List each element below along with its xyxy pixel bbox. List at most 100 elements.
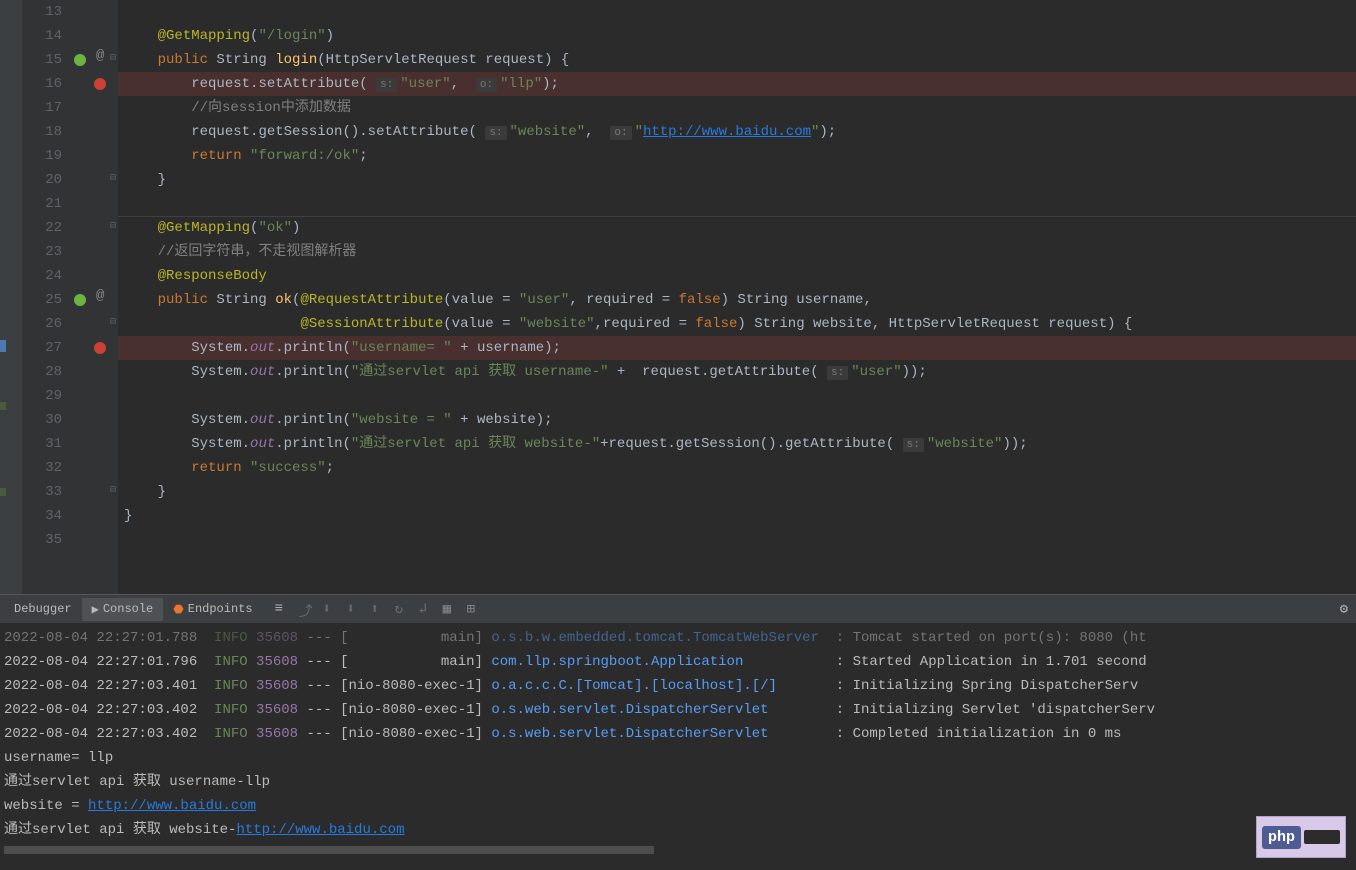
console-line: 通过servlet api 获取 username-llp <box>4 770 1352 794</box>
scrollbar-thumb[interactable] <box>4 846 654 854</box>
code-line-32[interactable]: return "success"; <box>118 456 1356 480</box>
spring-icon[interactable] <box>74 294 86 306</box>
line-number-22[interactable]: 22 <box>22 216 62 240</box>
line-number-18[interactable]: 18 <box>22 120 62 144</box>
console-url-link[interactable]: http://www.baidu.com <box>88 798 256 814</box>
line-number-13[interactable]: 13 <box>22 0 62 24</box>
code-line-28[interactable]: System.out.println("通过servlet api 获取 use… <box>118 360 1356 384</box>
tool-window: Debugger ▶ Console ⬣ Endpoints ≡ ⤴ ⬇ ⬇ ⬆… <box>0 594 1356 870</box>
code-line-14[interactable]: @GetMapping("/login") <box>118 24 1356 48</box>
code-line-27[interactable]: System.out.println("username= " + userna… <box>118 336 1356 360</box>
line-number-35[interactable]: 35 <box>22 528 62 552</box>
code-line-17[interactable]: //向session中添加数据 <box>118 96 1356 120</box>
fold-icon[interactable]: ⊟ <box>110 484 116 496</box>
code-line-15[interactable]: public String login(HttpServletRequest r… <box>118 48 1356 72</box>
refresh-icon[interactable]: ↻ <box>395 601 411 617</box>
gear-icon[interactable]: ⚙ <box>1340 601 1348 618</box>
line-number-20[interactable]: 20 <box>22 168 62 192</box>
line-number-16[interactable]: 16 <box>22 72 62 96</box>
code-line-35[interactable] <box>118 528 1356 552</box>
code-line-13[interactable] <box>118 0 1356 24</box>
split-icon[interactable]: ⊞ <box>467 601 483 617</box>
code-line-24[interactable]: @ResponseBody <box>118 264 1356 288</box>
param-hint: o: <box>610 126 631 140</box>
horizontal-scrollbar[interactable] <box>4 846 1352 858</box>
line-number-17[interactable]: 17 <box>22 96 62 120</box>
override-icon[interactable]: @ <box>96 288 104 304</box>
upload-icon[interactable]: ⬆ <box>371 601 387 617</box>
line-number-31[interactable]: 31 <box>22 432 62 456</box>
line-number-26[interactable]: 26 <box>22 312 62 336</box>
stripe-marker[interactable] <box>0 340 6 352</box>
override-icon[interactable]: @ <box>96 48 104 64</box>
line-number-33[interactable]: 33 <box>22 480 62 504</box>
code-line-22[interactable]: @GetMapping("ok") <box>118 216 1356 240</box>
stripe-marker[interactable] <box>0 402 6 410</box>
code-line-25[interactable]: public String ok(@RequestAttribute(value… <box>118 288 1356 312</box>
ide-container: 1314151617181920212223242526272829303132… <box>0 0 1356 870</box>
line-number-23[interactable]: 23 <box>22 240 62 264</box>
fold-icon[interactable]: ⊟ <box>110 220 116 232</box>
layout-icon[interactable]: ▦ <box>443 601 459 617</box>
console-line: 2022-08-04 22:27:01.788 INFO 35608 --- [… <box>4 626 1352 650</box>
tab-console[interactable]: ▶ Console <box>82 598 164 621</box>
line-number-19[interactable]: 19 <box>22 144 62 168</box>
tab-debugger[interactable]: Debugger <box>4 598 82 620</box>
console-url-link[interactable]: http://www.baidu.com <box>236 822 404 838</box>
line-number-24[interactable]: 24 <box>22 264 62 288</box>
param-hint: s: <box>903 438 924 452</box>
code-line-16[interactable]: request.setAttribute( s:"user", o:"llp")… <box>118 72 1356 96</box>
code-line-33[interactable]: } <box>118 480 1356 504</box>
console-output[interactable]: 2022-08-04 22:27:01.788 INFO 35608 --- [… <box>0 624 1356 870</box>
url-link[interactable]: http://www.baidu.com <box>643 124 811 140</box>
console-line: website = http://www.baidu.com <box>4 794 1352 818</box>
breakpoint-icon[interactable] <box>94 342 106 354</box>
code-line-21[interactable] <box>118 192 1356 216</box>
param-hint: s: <box>827 366 848 380</box>
tab-endpoints[interactable]: ⬣ Endpoints <box>163 598 262 621</box>
line-numbers: 1314151617181920212223242526272829303132… <box>22 0 70 594</box>
code-line-20[interactable]: } <box>118 168 1356 192</box>
code-line-29[interactable] <box>118 384 1356 408</box>
left-stripe <box>0 0 22 594</box>
gutter-icons: @ @ ⊟ ⊟ ⊟ ⊟ ⊟ <box>70 0 118 594</box>
wrap-icon[interactable]: ↲ <box>419 601 435 617</box>
download2-icon[interactable]: ⬇ <box>347 601 363 617</box>
line-number-28[interactable]: 28 <box>22 360 62 384</box>
fold-icon[interactable]: ⊟ <box>110 52 116 64</box>
php-logo-text: php <box>1262 826 1301 849</box>
code-line-34[interactable]: } <box>118 504 1356 528</box>
code-area[interactable]: @GetMapping("/login") public String logi… <box>118 0 1356 594</box>
filter-icon[interactable]: ≡ <box>275 601 291 617</box>
console-icon: ▶ <box>92 602 99 617</box>
line-number-29[interactable]: 29 <box>22 384 62 408</box>
line-number-15[interactable]: 15 <box>22 48 62 72</box>
line-number-30[interactable]: 30 <box>22 408 62 432</box>
param-hint: s: <box>376 78 397 92</box>
code-line-31[interactable]: System.out.println("通过servlet api 获取 web… <box>118 432 1356 456</box>
code-line-26[interactable]: @SessionAttribute(value = "website",requ… <box>118 312 1356 336</box>
line-number-21[interactable]: 21 <box>22 192 62 216</box>
code-line-30[interactable]: System.out.println("website = " + websit… <box>118 408 1356 432</box>
fold-icon[interactable]: ⊟ <box>110 172 116 184</box>
endpoints-icon: ⬣ <box>173 602 183 617</box>
line-number-32[interactable]: 32 <box>22 456 62 480</box>
download-icon[interactable]: ⬇ <box>323 601 339 617</box>
console-line: 通过servlet api 获取 website-http://www.baid… <box>4 818 1352 842</box>
line-number-34[interactable]: 34 <box>22 504 62 528</box>
param-hint: o: <box>476 78 497 92</box>
line-number-27[interactable]: 27 <box>22 336 62 360</box>
line-number-14[interactable]: 14 <box>22 24 62 48</box>
console-line: 2022-08-04 22:27:01.796 INFO 35608 --- [… <box>4 650 1352 674</box>
line-number-25[interactable]: 25 <box>22 288 62 312</box>
tool-tabs: Debugger ▶ Console ⬣ Endpoints ≡ ⤴ ⬇ ⬇ ⬆… <box>0 595 1356 624</box>
fold-icon[interactable]: ⊟ <box>110 316 116 328</box>
export-icon[interactable]: ⤴ <box>299 601 315 617</box>
php-badge: php <box>1256 816 1346 858</box>
breakpoint-icon[interactable] <box>94 78 106 90</box>
stripe-marker[interactable] <box>0 488 6 496</box>
spring-icon[interactable] <box>74 54 86 66</box>
code-line-23[interactable]: //返回字符串，不走视图解析器 <box>118 240 1356 264</box>
code-line-19[interactable]: return "forward:/ok"; <box>118 144 1356 168</box>
code-line-18[interactable]: request.getSession().setAttribute( s:"we… <box>118 120 1356 144</box>
